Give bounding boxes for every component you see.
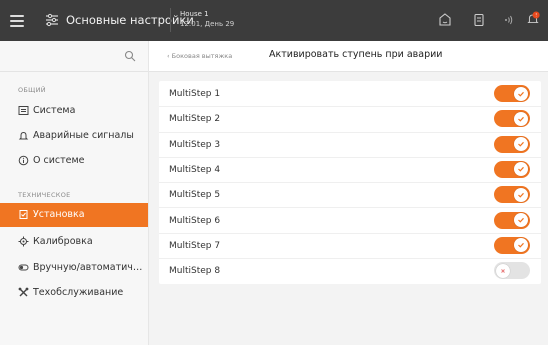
wireless-icon[interactable]: [500, 12, 516, 28]
search-icon[interactable]: [124, 50, 136, 62]
alarm-bell-icon[interactable]: !: [525, 11, 541, 27]
check-icon: [518, 116, 524, 122]
toggle-switch[interactable]: [494, 186, 530, 204]
list-item: MultiStep 8: [159, 258, 541, 283]
house-name: House 1: [180, 10, 209, 18]
toggle-switch[interactable]: [494, 110, 530, 128]
topbar-divider: [170, 8, 171, 32]
list-item: MultiStep 1: [159, 81, 541, 108]
check-icon: [518, 141, 524, 147]
toggle-switch[interactable]: [494, 236, 530, 254]
face-icon[interactable]: [437, 12, 453, 28]
sidebar-item-label: Установка: [33, 209, 85, 220]
check-icon: [518, 167, 524, 173]
toggle-knob: [514, 238, 528, 253]
house-time: 12:01, День 29: [180, 20, 235, 28]
toggle-knob: [514, 137, 528, 152]
list-item: MultiStep 4: [159, 157, 541, 184]
sidebar-item-system[interactable]: Система: [0, 99, 148, 123]
check-icon: [518, 217, 524, 223]
list-item: MultiStep 2: [159, 106, 541, 133]
system-icon: [18, 106, 29, 115]
sidebar-item-label: О системе: [33, 155, 85, 166]
sidebar-item-maintenance[interactable]: Техобслуживание: [0, 281, 148, 305]
sidebar-search: [0, 41, 148, 72]
sidebar-item-manual-auto[interactable]: Вручную/автоматиче...: [0, 256, 148, 280]
svg-text:!: !: [535, 13, 537, 19]
section-header-technical: ТЕХНИЧЕСКОЕ: [18, 191, 71, 199]
toggle-knob: [514, 111, 528, 126]
toggle-knob: [514, 86, 528, 101]
maintenance-icon: [18, 287, 29, 297]
toggle-switch[interactable]: [494, 85, 530, 102]
toggle-knob: [496, 263, 510, 278]
settings-card: MultiStep 1 MultiStep 2 MultiStep 3 Mult…: [159, 81, 541, 284]
calibration-icon: [18, 236, 29, 247]
list-item: MultiStep 6: [159, 208, 541, 234]
row-label: MultiStep 2: [169, 114, 221, 125]
sidebar-item-label: Калибровка: [33, 236, 93, 247]
sidebar-item-label: Система: [33, 105, 76, 116]
row-label: MultiStep 3: [169, 139, 221, 150]
toggle-knob: [514, 187, 528, 202]
check-icon: [518, 91, 524, 97]
toggle-switch[interactable]: [494, 160, 530, 178]
list-item: MultiStep 5: [159, 182, 541, 209]
row-label: MultiStep 1: [169, 89, 221, 99]
check-icon: [518, 243, 524, 248]
toggle-switch[interactable]: [494, 135, 530, 153]
menu-icon[interactable]: [10, 13, 24, 27]
back-link[interactable]: ‹ Боковая вытяжка: [167, 52, 232, 60]
content-header: ‹ Боковая вытяжка Активировать ступень п…: [149, 41, 548, 72]
page-title: Активировать ступень при аварии: [269, 49, 443, 60]
toggle-switch[interactable]: [494, 262, 530, 280]
list-item: MultiStep 7: [159, 233, 541, 260]
row-label: MultiStep 6: [169, 215, 221, 226]
sidebar-item-installation[interactable]: Установка: [0, 203, 148, 227]
installation-icon: [19, 210, 28, 219]
document-icon[interactable]: [471, 12, 487, 28]
manual-auto-icon: [18, 264, 29, 271]
info-icon: [18, 155, 29, 166]
sidebar-item-label: Техобслуживание: [33, 287, 124, 298]
toggle-knob: [514, 213, 528, 227]
row-label: MultiStep 5: [169, 190, 221, 201]
main-content: ‹ Боковая вытяжка Активировать ступень п…: [149, 41, 548, 345]
list-item: MultiStep 3: [159, 132, 541, 158]
sidebar-item-about[interactable]: О системе: [0, 149, 148, 173]
sidebar-item-alarms[interactable]: Аварийные сигналы: [0, 124, 148, 148]
top-bar: Основные настройки House 1 12:01, День 2…: [0, 0, 548, 41]
house-info[interactable]: House 1 12:01, День 29: [180, 9, 234, 29]
toggle-knob: [514, 162, 528, 177]
section-header-general: ОБЩИЙ: [18, 86, 46, 94]
settings-sliders-icon: [46, 13, 58, 27]
page-title-topbar: Основные настройки: [66, 13, 194, 27]
sidebar-item-calibration[interactable]: Калибровка: [0, 230, 148, 254]
row-label: MultiStep 4: [169, 164, 221, 175]
row-label: MultiStep 8: [169, 266, 221, 277]
close-icon: [501, 268, 505, 273]
alarm-icon: [18, 131, 29, 140]
row-label: MultiStep 7: [169, 240, 221, 251]
toggle-switch[interactable]: [494, 211, 530, 229]
sidebar-item-label: Вручную/автоматиче...: [33, 262, 145, 273]
sidebar: ОБЩИЙ Система Аварийные сигналы О систем…: [0, 41, 149, 345]
check-icon: [518, 192, 524, 198]
sidebar-item-label: Аварийные сигналы: [33, 130, 134, 141]
